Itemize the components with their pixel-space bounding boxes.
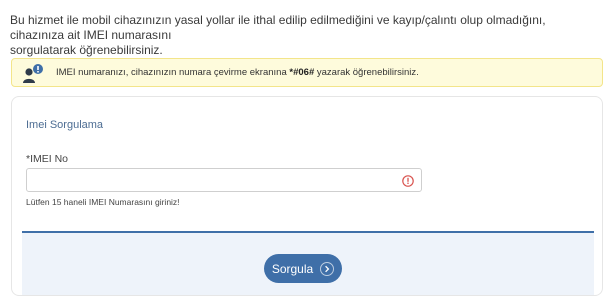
imei-hint: Lütfen 15 haneli IMEI Numarasını giriniz…	[26, 197, 180, 207]
intro-line-1: Bu hizmet ile mobil cihazınızın yasal yo…	[10, 13, 546, 42]
notice-text-before: IMEI numaranızı, cihazınızın numara çevi…	[56, 67, 290, 78]
exclamation-circle-icon	[402, 174, 414, 187]
imei-notice: IMEI numaranızı, cihazınızın numara çevi…	[11, 58, 603, 87]
user-info-icon	[22, 64, 44, 84]
notice-text: IMEI numaranızı, cihazınızın numara çevi…	[56, 67, 419, 78]
sorgula-button-label: Sorgula	[271, 261, 314, 276]
notice-text-after: yazarak öğrenebilirsiniz.	[314, 67, 419, 78]
imei-field-label: *IMEI No	[26, 153, 69, 165]
intro-text: Bu hizmet ile mobil cihazınızın yasal yo…	[10, 13, 600, 58]
imei-query-card: Imei Sorgulama *IMEI No Lütfen 15 haneli…	[11, 96, 603, 296]
sorgula-button[interactable]: Sorgula	[264, 254, 342, 283]
chevron-right-icon	[320, 261, 335, 276]
notice-code: *#06#	[289, 67, 315, 78]
imei-input[interactable]	[26, 168, 422, 192]
intro-line-2: sorgulatarak öğrenebilirsiniz.	[10, 43, 163, 57]
card-title: Imei Sorgulama	[26, 119, 104, 131]
